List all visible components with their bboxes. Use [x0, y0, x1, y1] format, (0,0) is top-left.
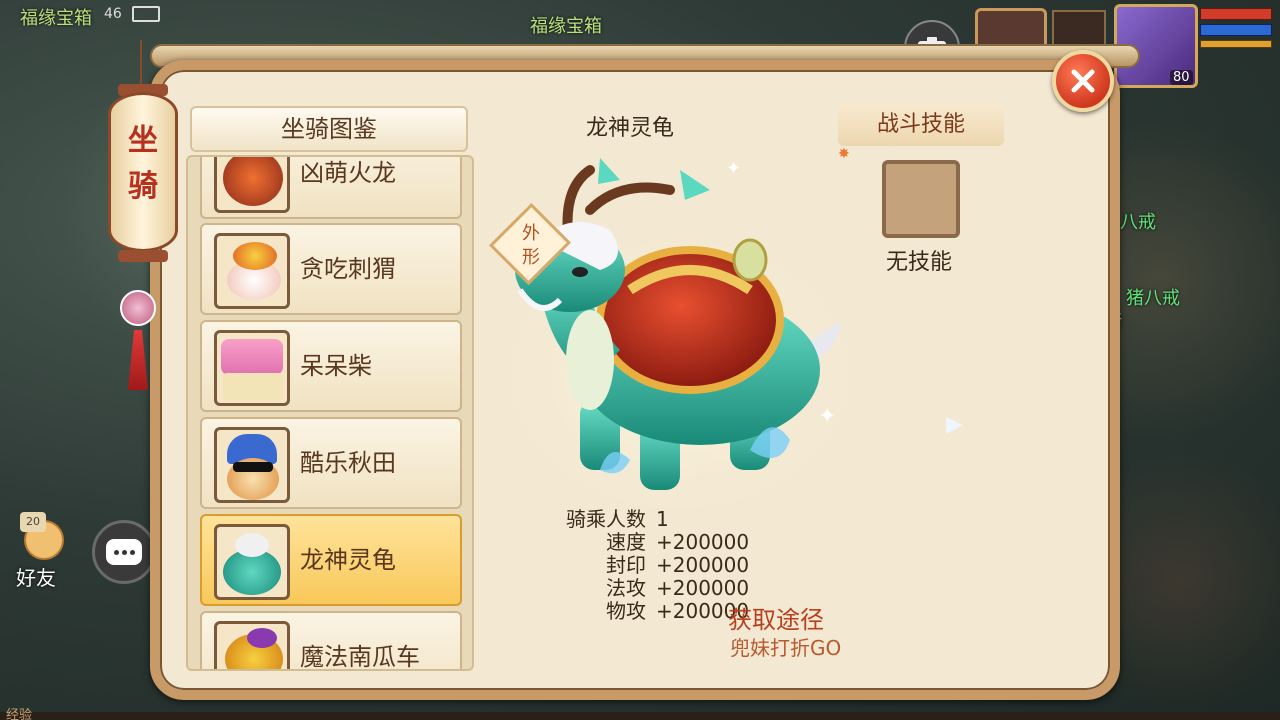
battery-icon [132, 6, 160, 22]
friends-button[interactable]: 20 好友 [6, 508, 76, 590]
xp-label: 经验 [6, 708, 33, 720]
sparkle-icon: ✦ [726, 158, 742, 179]
stat-value: 1 [656, 507, 669, 531]
lantern-char-1: 坐 [128, 123, 158, 158]
stat-value: +200000 [656, 530, 750, 554]
chat-bubble-icon [106, 539, 142, 565]
acquire-method-link[interactable]: 兜妹打折GO [730, 632, 841, 661]
dragon-turtle-mount-image [490, 158, 870, 510]
mount-list-item-selected[interactable]: 龙神灵龟 [200, 514, 462, 606]
skill-slot[interactable] [882, 160, 960, 238]
tab-battle-skills[interactable]: 战斗技能 [838, 104, 1004, 146]
chat-button[interactable] [92, 520, 156, 584]
mount-name: 魔法南瓜车 [300, 643, 420, 671]
hud-top-left-text: 福缘宝箱 [20, 8, 92, 29]
mount-list-item[interactable]: 魔法南瓜车 [200, 611, 462, 671]
mount-stats: 骑乘人数 1 速度 +200000 封印 +200000 法攻 +200000 … [560, 508, 749, 623]
sparkle-icon: ✦ [818, 404, 837, 429]
stat-label: 骑乘人数 [566, 507, 646, 531]
acquire-method-title: 获取途径 [728, 606, 824, 634]
xp-mini-bar [1200, 40, 1272, 48]
mount-list-item[interactable]: 酷乐秋田 [200, 417, 462, 509]
mount-list-item[interactable]: 贪吃刺猬 [200, 223, 462, 315]
stat-label: 物攻 [606, 599, 646, 623]
mount-list-item[interactable]: 凶萌火龙 [200, 157, 462, 219]
stat-value: +200000 [656, 553, 750, 577]
stat-label: 速度 [606, 530, 646, 554]
friends-count-badge: 20 [20, 512, 46, 532]
mount-name: 贪吃刺猬 [300, 255, 396, 283]
pumpkin-carriage-icon [214, 621, 290, 669]
dragon-turtle-icon [214, 524, 290, 600]
mount-list[interactable]: 凶萌火龙 贪吃刺猬 呆呆柴 酷乐秋田 龙神灵龟 魔法南瓜车 [186, 155, 474, 671]
hedgehog-icon [214, 233, 290, 309]
mount-codex-header: 坐骑图鉴 [190, 106, 468, 152]
stat-row: 骑乘人数 1 [560, 508, 749, 531]
shiba-icon [214, 330, 290, 406]
signal-indicator: 46 [104, 6, 122, 22]
stat-row: 物攻 +200000 [560, 600, 749, 623]
stat-value: +200000 [656, 576, 750, 600]
close-icon [1071, 69, 1095, 93]
npc-name-2: 猪八戒 [1126, 288, 1180, 309]
stat-row: 法攻 +200000 [560, 577, 749, 600]
no-skill-label: 无技能 [886, 250, 953, 275]
player-level: 80 [1170, 70, 1193, 85]
stat-row: 封印 +200000 [560, 554, 749, 577]
knot-ornament-icon [120, 290, 156, 326]
mount-name: 龙神灵龟 [300, 546, 396, 574]
mount-name: 凶萌火龙 [300, 159, 396, 187]
friends-label: 好友 [16, 566, 56, 590]
stat-row: 速度 +200000 [560, 531, 749, 554]
lantern-title: 坐 骑 [108, 118, 178, 210]
fire-dragon-icon [214, 157, 290, 213]
akita-icon [214, 427, 290, 503]
play-arrow-icon[interactable]: ▶ [946, 412, 963, 437]
mount-detail-title: 龙神灵龟 [586, 116, 675, 141]
lantern-cap-bottom [118, 250, 168, 262]
mp-bar [1200, 24, 1272, 36]
stat-label: 封印 [606, 553, 646, 577]
stat-label: 法攻 [606, 576, 646, 600]
mount-name: 酷乐秋田 [300, 449, 396, 477]
close-button[interactable] [1052, 50, 1114, 112]
npc-name-1: 八戒 [1120, 212, 1156, 233]
lantern-char-2: 骑 [128, 169, 158, 204]
sparkle-icon: ✸ [838, 146, 850, 162]
appearance-tag[interactable]: 外形 [516, 222, 546, 270]
hud-top-center-text[interactable]: 福缘宝箱 [530, 12, 602, 38]
bottom-xp-strip [0, 712, 1280, 720]
mount-list-item[interactable]: 呆呆柴 [200, 320, 462, 412]
mount-name: 呆呆柴 [300, 352, 372, 380]
hp-bar [1200, 8, 1272, 20]
